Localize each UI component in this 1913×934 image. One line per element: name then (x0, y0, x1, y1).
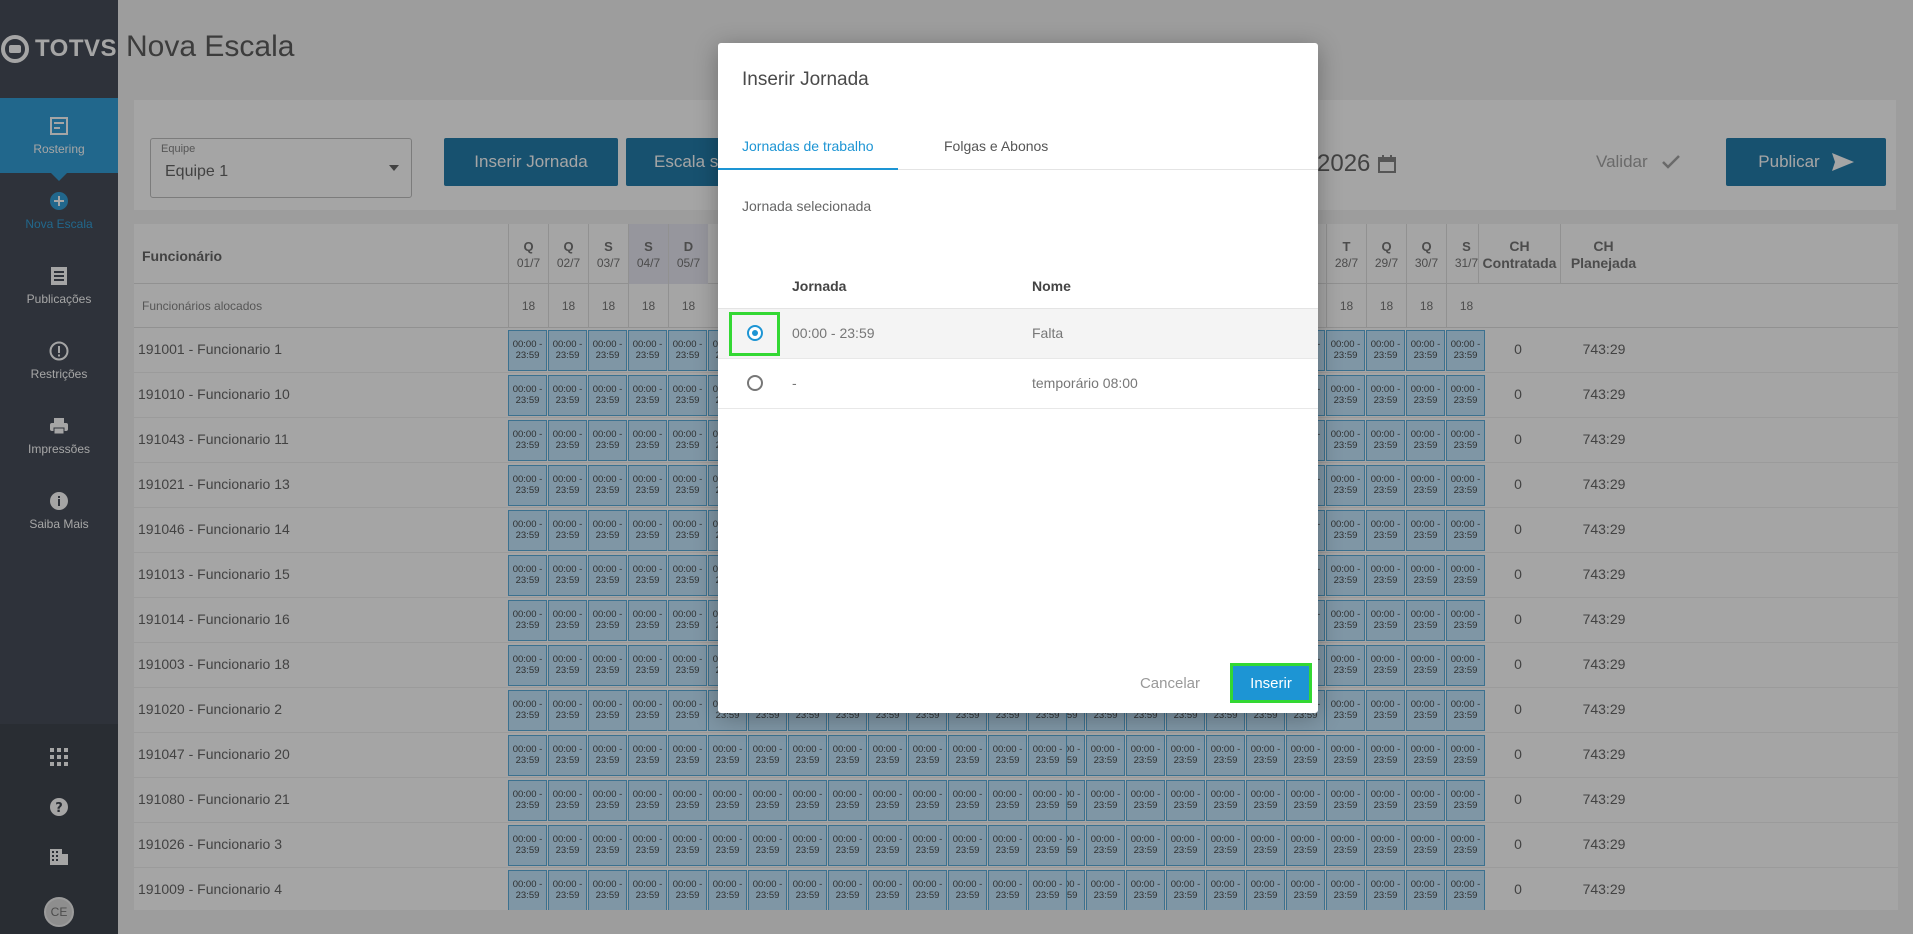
col-nome: Nome (1032, 278, 1071, 294)
jornada-table: Jornada Nome 00:00 - 23:59 Falta - tempo… (718, 263, 1318, 409)
inserir-jornada-dialog: Inserir Jornada Jornadas de trabalho Fol… (718, 43, 1318, 713)
tab-folgas-e-abonos[interactable]: Folgas e Abonos (920, 122, 1072, 170)
dialog-footer: Cancelar Inserir (718, 659, 1318, 713)
radio-button[interactable] (747, 375, 763, 391)
radio-button-selected[interactable] (747, 325, 763, 341)
row-jornada: - (792, 375, 797, 391)
row-nome: Falta (1032, 325, 1064, 341)
dialog-tabs: Jornadas de trabalho Folgas e Abonos (718, 122, 1318, 170)
col-jornada: Jornada (792, 278, 847, 294)
table-row[interactable]: 00:00 - 23:59 Falta (718, 309, 1318, 359)
tab-jornadas-de-trabalho[interactable]: Jornadas de trabalho (718, 122, 898, 170)
insert-button[interactable]: Inserir (1230, 663, 1312, 703)
row-jornada: 00:00 - 23:59 (792, 325, 875, 341)
row-nome: temporário 08:00 (1032, 375, 1138, 391)
dialog-title: Inserir Jornada (742, 69, 869, 90)
selected-jornada-label: Jornada selecionada (742, 198, 872, 214)
table-header: Jornada Nome (718, 263, 1318, 309)
table-row[interactable]: - temporário 08:00 (718, 359, 1318, 409)
cancel-button[interactable]: Cancelar (1140, 675, 1200, 692)
